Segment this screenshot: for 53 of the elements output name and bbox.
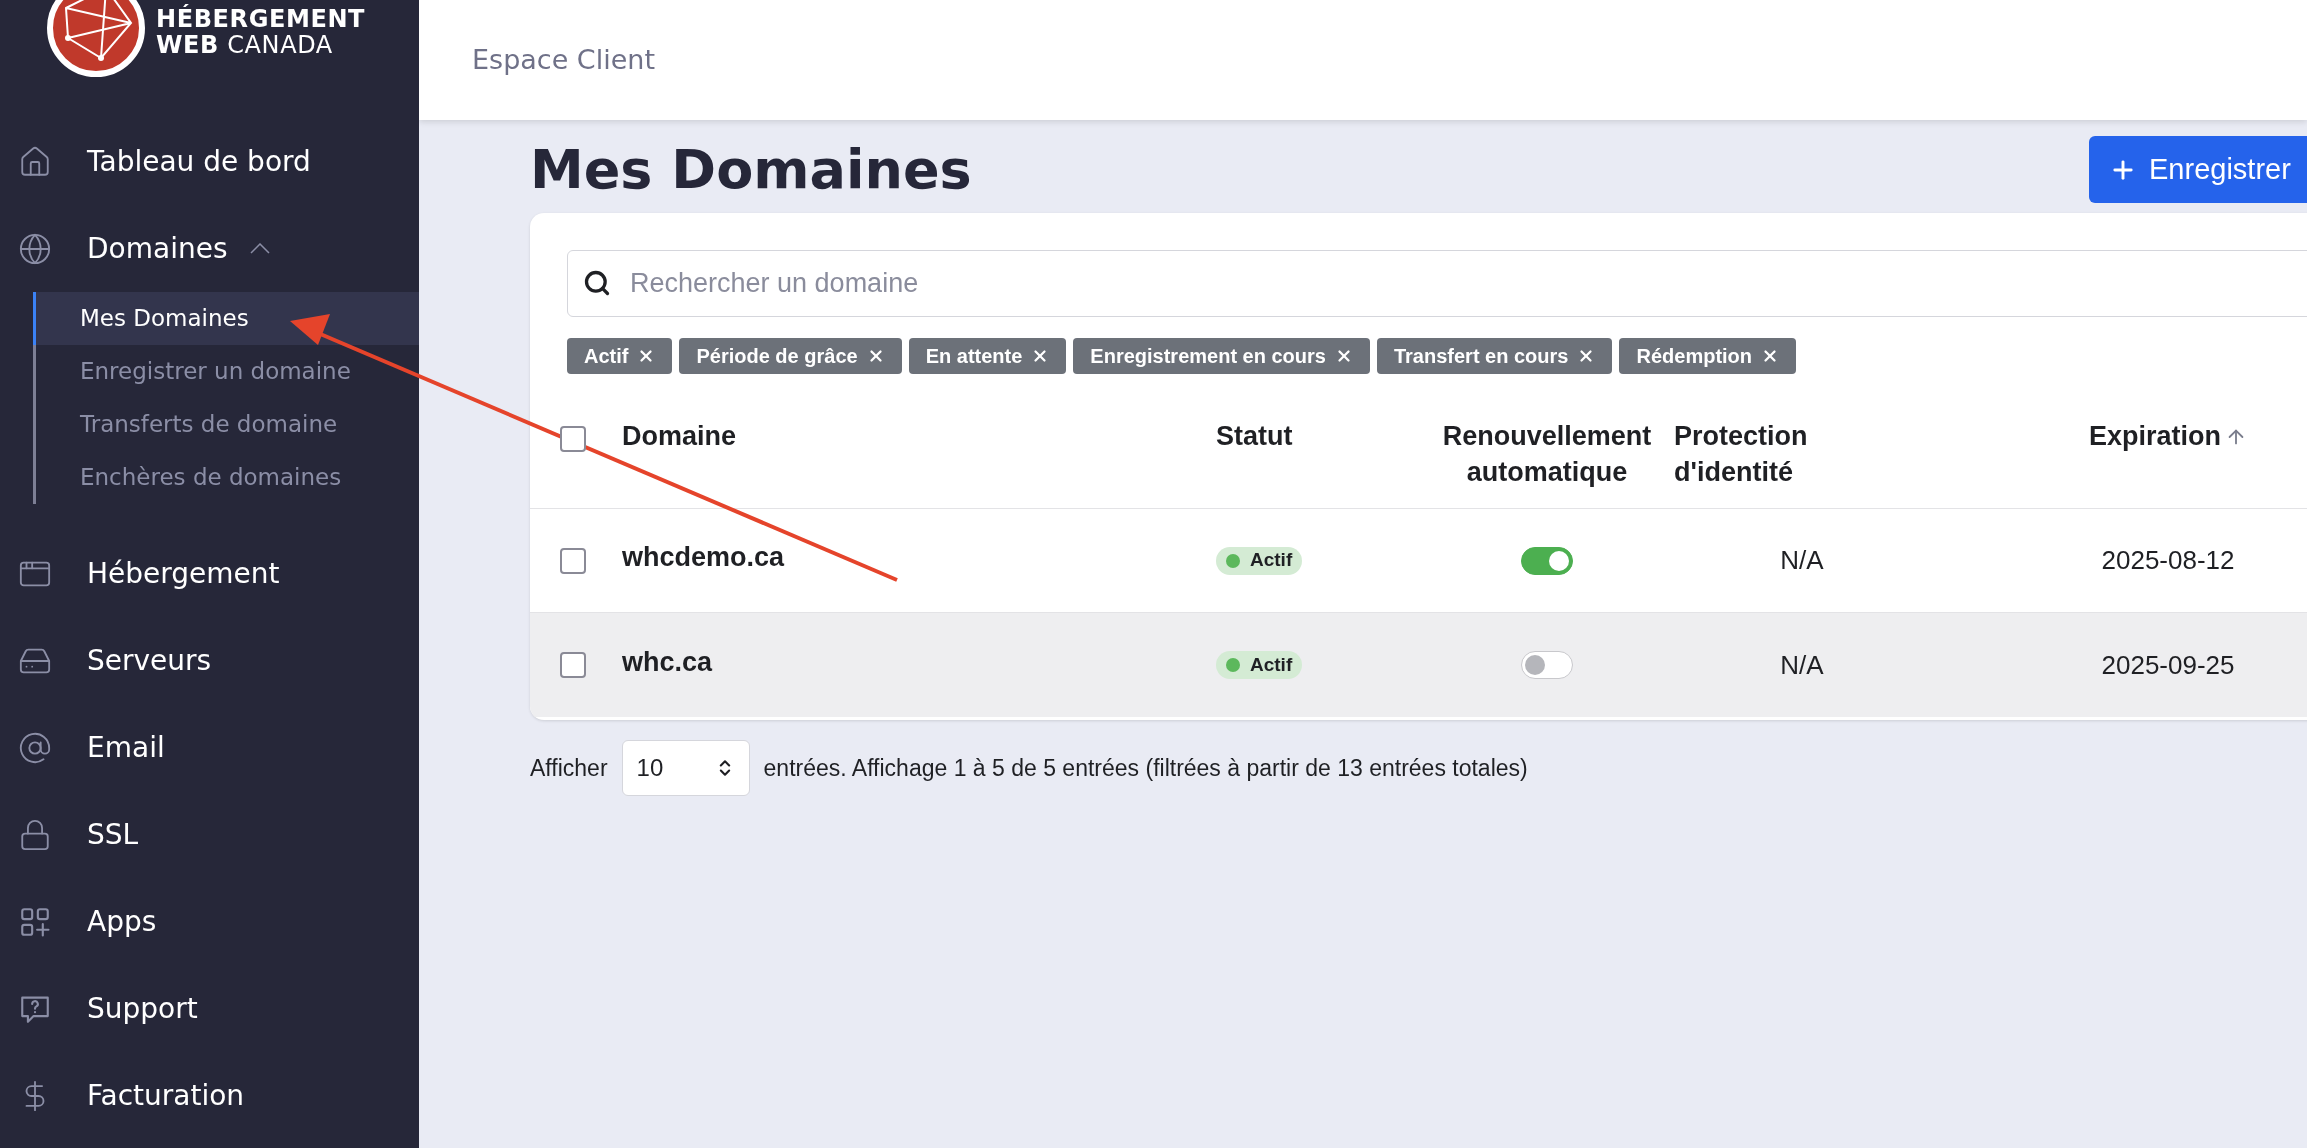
domain-name[interactable]: whc.ca	[622, 646, 713, 677]
sidebar-item[interactable]: SSL	[0, 791, 419, 878]
logo-text: HÉBERGEMENT	[156, 6, 366, 32]
table-row[interactable]: whcdemo.ca Actif N/A 2025-08-12	[530, 509, 2307, 613]
checkbox[interactable]	[560, 426, 586, 452]
filter-chip[interactable]: Période de grâce	[679, 338, 902, 374]
footer-text: Afficher	[530, 753, 608, 783]
search-icon	[583, 269, 611, 297]
table-cell-text: N/A	[1780, 648, 1824, 682]
page-size-select[interactable]: 10	[621, 740, 750, 796]
domain-name[interactable]: whcdemo.ca	[622, 542, 785, 573]
at-sign-icon	[18, 730, 52, 765]
table-cell-text: 2025-08-12	[2101, 544, 2235, 577]
sidebar-item[interactable]: Serveurs	[0, 617, 419, 704]
checkbox[interactable]	[560, 547, 586, 574]
sidebar-item[interactable]: Facturation	[0, 1052, 419, 1139]
submenu-item[interactable]: Transferts de domaine	[33, 398, 419, 451]
column-header[interactable]: Domaine	[622, 418, 737, 454]
globe-icon	[18, 231, 52, 266]
table-cell-text: 2025-09-25	[2101, 648, 2235, 682]
page-title: Mes Domaines	[530, 137, 972, 203]
table-cell-text: N/A	[1780, 544, 1824, 577]
filter-chip[interactable]: Transfert en cours	[1376, 338, 1613, 374]
column-header[interactable]: Renouvellement automatique	[1420, 418, 1674, 490]
lock-icon	[18, 817, 52, 852]
status-badge: Actif	[1216, 546, 1303, 575]
logo-text: WEB CANADA	[156, 32, 334, 58]
footer-text: entrées. Affichage 1 à 5 de 5 entrées (filtrées à partir de 13 entrées totales)	[763, 753, 1528, 783]
home-icon	[18, 144, 52, 179]
search-field[interactable]: Rechercher un domaine	[567, 250, 2307, 317]
checkbox[interactable]	[560, 652, 586, 678]
table-row[interactable]: whc.ca Actif N/A 2025-09-25	[530, 613, 2307, 717]
sidebar-item[interactable]: Hébergement	[0, 530, 419, 617]
column-header[interactable]: Expiration	[2089, 418, 2221, 454]
submenu-item[interactable]: Enchères de domaines	[33, 451, 419, 504]
sidebar-item[interactable]: Tableau de bord	[0, 118, 419, 205]
register-button[interactable]: Enregistrer	[2089, 136, 2307, 203]
filter-chip[interactable]: Enregistrement en cours	[1073, 338, 1370, 374]
column-header[interactable]: Statut	[1216, 418, 1293, 454]
sidebar-item[interactable]: Domaines	[0, 205, 419, 292]
filter-chip[interactable]: Actif	[567, 338, 673, 374]
status-badge: Actif	[1216, 651, 1303, 679]
sidebar-item[interactable]: Support	[0, 965, 419, 1052]
toggle-switch[interactable]	[1521, 546, 1573, 575]
header-title: Espace Client	[472, 42, 655, 77]
sidebar-item[interactable]: Email	[0, 704, 419, 791]
toggle-switch[interactable]	[1521, 651, 1573, 679]
column-header[interactable]: Protection d'identité	[1674, 418, 1930, 490]
filter-chip[interactable]: Rédemption	[1619, 338, 1797, 374]
submenu-item[interactable]: Mes Domaines	[33, 292, 419, 345]
sidebar-item[interactable]: Apps	[0, 878, 419, 965]
filter-chip[interactable]: En attente	[908, 338, 1067, 374]
submenu-item[interactable]: Enregistrer un domaine	[33, 345, 419, 398]
